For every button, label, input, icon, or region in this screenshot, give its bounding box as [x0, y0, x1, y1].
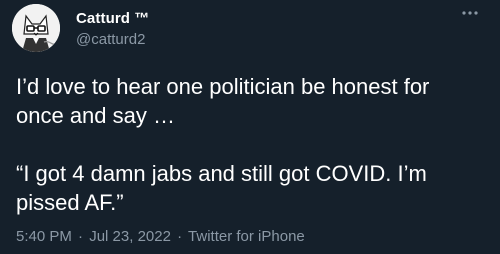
tweet-time[interactable]: 5:40 PM [16, 228, 72, 245]
meta-separator: · [78, 228, 84, 245]
tweet-date[interactable]: Jul 23, 2022 [89, 228, 171, 245]
tweet-meta: 5:40 PM · Jul 23, 2022 · Twitter for iPh… [16, 228, 305, 246]
user-handle[interactable]: @catturd2 [76, 31, 145, 49]
more-icon [462, 11, 478, 15]
meta-separator: · [177, 228, 183, 245]
more-button[interactable] [458, 6, 482, 20]
display-name[interactable]: Catturd ™ [76, 10, 149, 28]
tweet-source[interactable]: Twitter for iPhone [188, 228, 305, 245]
avatar[interactable] [12, 4, 60, 52]
tweet-text: I’d love to hear one politician be hones… [16, 74, 430, 215]
tweet-card: Catturd ™ @catturd2 I’d love to hear one… [0, 0, 500, 254]
cat-avatar-icon [12, 4, 60, 52]
